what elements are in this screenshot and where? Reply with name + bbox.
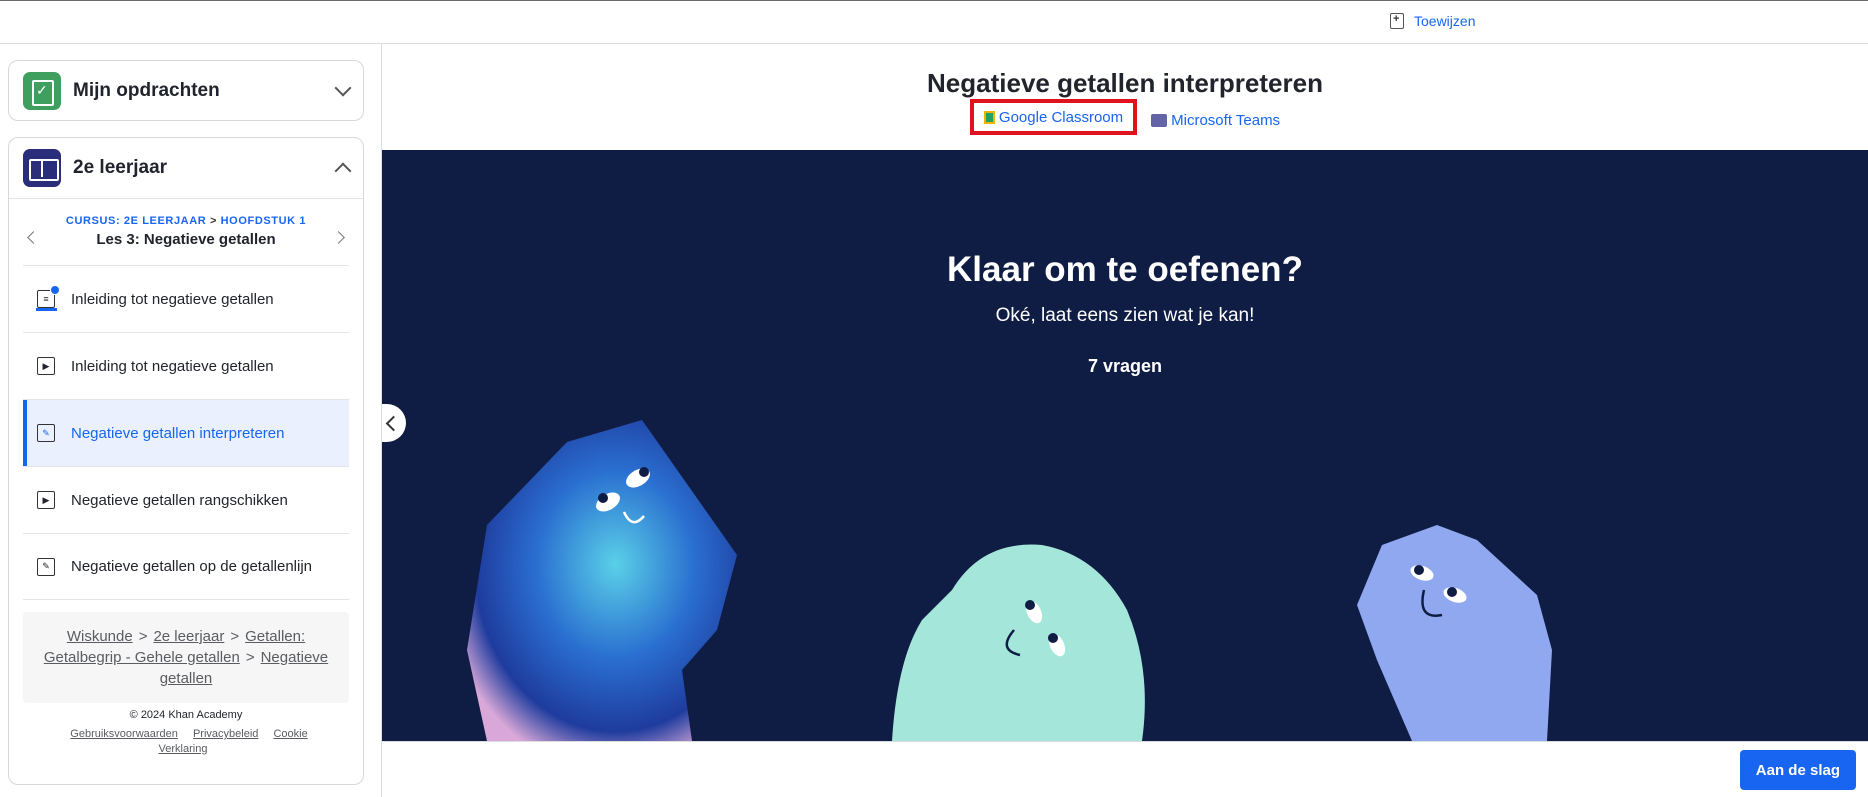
crumb-chapter[interactable]: HOOFDSTUK 1 bbox=[221, 215, 306, 227]
character-illustration bbox=[467, 420, 1552, 741]
microsoft-teams-link[interactable]: Microsoft Teams bbox=[1151, 105, 1280, 135]
bottom-bar: Aan de slag bbox=[382, 741, 1868, 797]
crumb-sep: > bbox=[209, 215, 217, 227]
terms-link[interactable]: Gebruiksvoorwaarden bbox=[70, 728, 178, 740]
privacy-link[interactable]: Privacybeleid bbox=[193, 728, 258, 740]
lesson-items: ≡ Inleiding tot negatieve getallen ▶ Inl… bbox=[23, 265, 349, 600]
chevron-up-icon[interactable] bbox=[334, 162, 352, 180]
breadcrumb-link[interactable]: Wiskunde bbox=[67, 628, 133, 645]
course-header[interactable]: 2e leerjaar bbox=[9, 138, 363, 198]
assign-label: Toewijzen bbox=[1414, 13, 1476, 29]
assign-icon bbox=[1390, 13, 1404, 29]
pencil-icon: ✎ bbox=[37, 424, 55, 442]
google-classroom-label: Google Classroom bbox=[998, 108, 1124, 126]
list-item[interactable]: ✎ Negatieve getallen op de getallenlijn bbox=[23, 533, 349, 600]
lavender-rock-character bbox=[1357, 525, 1552, 741]
play-icon: ▶ bbox=[37, 491, 55, 509]
breadcrumb-sep: > bbox=[245, 649, 255, 666]
copyright: © 2024 Khan Academy bbox=[129, 709, 243, 721]
item-label: Negatieve getallen op de getallenlijn bbox=[71, 558, 313, 575]
list-item[interactable]: ▶ Inleiding tot negatieve getallen bbox=[23, 332, 349, 399]
main-content: Negatieve getallen interpreteren Google … bbox=[382, 44, 1868, 797]
completed-badge-icon bbox=[50, 285, 60, 295]
share-links: Google Classroom Microsoft Teams bbox=[382, 99, 1868, 135]
blue-rock-character bbox=[467, 420, 737, 741]
my-assignments-title: Mijn opdrachten bbox=[73, 80, 220, 101]
assignments-icon bbox=[23, 72, 61, 110]
sidebar: Mijn opdrachten 2e leerjaar CURSUS: 2E L… bbox=[0, 44, 382, 797]
mint-rock-character bbox=[892, 544, 1145, 741]
top-bar: Toewijzen bbox=[0, 0, 1868, 44]
assign-button[interactable]: Toewijzen bbox=[1390, 13, 1475, 29]
book-icon bbox=[23, 149, 61, 187]
my-assignments-card[interactable]: Mijn opdrachten bbox=[8, 60, 364, 121]
play-icon: ▶ bbox=[37, 357, 55, 375]
google-classroom-icon bbox=[983, 110, 995, 124]
microsoft-teams-icon bbox=[1151, 113, 1168, 127]
course-title: 2e leerjaar bbox=[73, 157, 168, 178]
breadcrumb-sep: > bbox=[138, 628, 148, 645]
lesson-nav: CURSUS: 2E LEERJAAR > HOOFDSTUK 1 Les 3:… bbox=[9, 199, 363, 265]
item-label: Negatieve getallen interpreteren bbox=[71, 424, 285, 442]
google-classroom-link[interactable]: Google Classroom bbox=[969, 99, 1138, 135]
item-label: Negatieve getallen rangschikken bbox=[71, 491, 288, 509]
list-item[interactable]: ≡ Inleiding tot negatieve getallen bbox=[23, 265, 349, 332]
exercise-header: Negatieve getallen interpreteren Google … bbox=[382, 44, 1868, 150]
page-title: Negatieve getallen interpreteren bbox=[927, 68, 1323, 98]
item-label: Inleiding tot negatieve getallen bbox=[71, 357, 274, 375]
list-item-active[interactable]: ✎ Negatieve getallen interpreteren bbox=[23, 399, 349, 466]
chevron-down-icon[interactable] bbox=[334, 79, 352, 97]
lesson-name: Les 3: Negatieve getallen bbox=[96, 231, 276, 248]
breadcrumb-sep: > bbox=[230, 628, 240, 645]
course-card: 2e leerjaar CURSUS: 2E LEERJAAR > HOOFDS… bbox=[8, 137, 364, 785]
microsoft-teams-label: Microsoft Teams bbox=[1171, 111, 1281, 129]
list-item[interactable]: ▶ Negatieve getallen rangschikken bbox=[23, 466, 349, 533]
crumb-course[interactable]: CURSUS: 2E LEERJAAR bbox=[66, 215, 206, 227]
article-icon: ≡ bbox=[36, 285, 60, 311]
lesson-crumb: CURSUS: 2E LEERJAAR > HOOFDSTUK 1 bbox=[9, 215, 363, 227]
item-label: Inleiding tot negatieve getallen bbox=[71, 290, 274, 308]
pencil-icon: ✎ bbox=[37, 557, 55, 576]
breadcrumb: Wiskunde >2e leerjaar > Getallen: Getalbegr… bbox=[23, 612, 349, 703]
practice-stage: Klaar om te oefenen? Oké, laat eens zien… bbox=[382, 150, 1868, 741]
footer-links: Gebruiksvoorwaarden Privacybeleid Cookie… bbox=[9, 727, 363, 757]
start-button[interactable]: Aan de slag bbox=[1739, 750, 1856, 790]
breadcrumb-link[interactable]: 2e leerjaar bbox=[153, 628, 224, 645]
